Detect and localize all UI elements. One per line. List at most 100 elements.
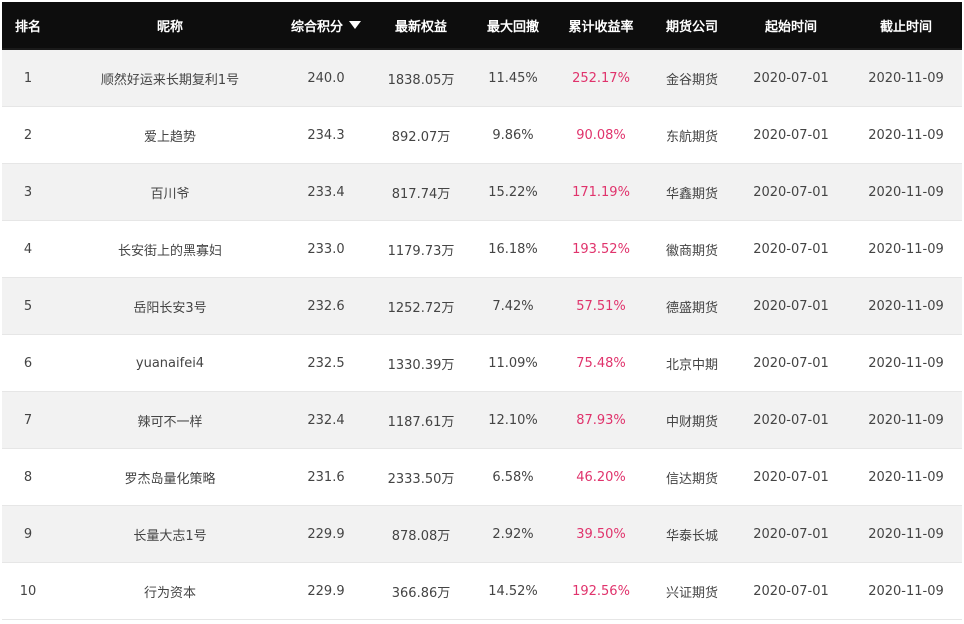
table-row[interactable]: 6 yuanaifei4 232.5 1330.39万 11.09% 75.48% 北京中期…: [2, 335, 962, 392]
end-date-cell: 2020-11-09: [868, 526, 944, 542]
company-cell: 北京中期: [665, 357, 718, 373]
score-cell: 232.6: [307, 298, 345, 314]
header-return[interactable]: 累计收益率: [550, 2, 652, 48]
equity-cell: 1187.61万: [387, 414, 455, 430]
table-row[interactable]: 8 罗杰岛量化策略 231.6 2333.50万 6.58% 46.20% 信达期货 2020…: [2, 449, 962, 506]
end-date-cell: 2020-11-09: [868, 70, 944, 86]
start-date-cell: 2020-07-01: [753, 526, 829, 542]
start-date-cell: 2020-07-01: [753, 355, 829, 371]
end-date-cell: 2020-11-09: [868, 355, 944, 371]
company-cell: 信达期货: [665, 471, 718, 487]
nickname-cell[interactable]: yuanaifei4: [54, 335, 286, 391]
start-date-cell: 2020-07-01: [753, 412, 829, 428]
equity-cell: 2333.50万: [387, 471, 455, 487]
company-cell: 华鑫期货: [665, 186, 718, 202]
table-row[interactable]: 2 爱上趋势 234.3 892.07万 9.86% 90.08% 东航期货 2020-07-…: [2, 107, 962, 164]
drawdown-cell: 15.22%: [488, 184, 538, 200]
header-nickname[interactable]: 昵称: [54, 2, 286, 48]
equity-cell: 1179.73万: [387, 243, 455, 259]
equity-cell: 878.08万: [391, 528, 451, 544]
score-cell: 232.4: [307, 412, 345, 428]
header-drawdown[interactable]: 最大回撤: [476, 2, 550, 48]
nickname-cell[interactable]: 罗杰岛量化策略: [54, 449, 286, 505]
company-cell: 中财期货: [665, 414, 718, 430]
drawdown-cell: 16.18%: [488, 241, 538, 257]
end-date-cell: 2020-11-09: [868, 184, 944, 200]
end-date-cell: 2020-11-09: [868, 298, 944, 314]
return-cell: 252.17%: [572, 70, 630, 86]
rank-cell: 3: [23, 184, 33, 200]
header-company[interactable]: 期货公司: [652, 2, 732, 48]
return-cell: 87.93%: [576, 412, 626, 428]
nickname-cell[interactable]: 爱上趋势: [54, 107, 286, 163]
table-row[interactable]: 9 长量大志1号 229.9 878.08万 2.92% 39.50% 华泰长城 2020-0…: [2, 506, 962, 563]
return-cell: 39.50%: [576, 526, 626, 542]
return-cell: 46.20%: [576, 469, 626, 485]
table-row[interactable]: 3 百川爷 233.4 817.74万 15.22% 171.19% 华鑫期货 2020-07…: [2, 164, 962, 221]
nickname-cell[interactable]: 长量大志1号: [54, 506, 286, 562]
rank-cell: 6: [23, 355, 33, 371]
score-cell: 229.9: [307, 526, 345, 542]
score-cell: 233.0: [307, 241, 345, 257]
return-cell: 192.56%: [572, 583, 630, 599]
return-cell: 193.52%: [572, 241, 630, 257]
header-end[interactable]: 截止时间: [850, 2, 962, 48]
table-row[interactable]: 7 辣可不一样 232.4 1187.61万 12.10% 87.93% 中财期货 2020-…: [2, 392, 962, 449]
table-row[interactable]: 1 顺然好运来长期复利1号 240.0 1838.05万 11.45% 252.17% 金谷…: [2, 50, 962, 107]
table-row[interactable]: 5 岳阳长安3号 232.6 1252.72万 7.42% 57.51% 德盛期货 2020-…: [2, 278, 962, 335]
nickname-cell[interactable]: 百川爷: [54, 164, 286, 220]
equity-cell: 366.86万: [391, 585, 451, 601]
return-cell: 57.51%: [576, 298, 626, 314]
caret-down-icon[interactable]: [349, 21, 361, 29]
company-cell: 东航期货: [665, 129, 718, 145]
start-date-cell: 2020-07-01: [753, 70, 829, 86]
score-cell: 231.6: [307, 469, 345, 485]
start-date-cell: 2020-07-01: [753, 469, 829, 485]
end-date-cell: 2020-11-09: [868, 127, 944, 143]
end-date-cell: 2020-11-09: [868, 241, 944, 257]
company-cell: 兴证期货: [665, 585, 718, 601]
drawdown-cell: 14.52%: [488, 583, 538, 599]
table-header: 排名 昵称 综合积分 最新权益 最大回撤 累计收益率 期货公司 起始时间 截止时…: [2, 2, 962, 50]
header-start[interactable]: 起始时间: [732, 2, 850, 48]
return-cell: 90.08%: [576, 127, 626, 143]
company-cell: 德盛期货: [665, 300, 718, 316]
rank-cell: 10: [19, 583, 37, 599]
header-score[interactable]: 综合积分: [286, 2, 366, 48]
equity-cell: 1330.39万: [387, 357, 455, 373]
ranking-table: 排名 昵称 综合积分 最新权益 最大回撤 累计收益率 期货公司 起始时间 截止时…: [2, 2, 962, 620]
drawdown-cell: 2.92%: [492, 526, 534, 542]
nickname-cell[interactable]: 岳阳长安3号: [54, 278, 286, 334]
return-cell: 75.48%: [576, 355, 626, 371]
drawdown-cell: 7.42%: [492, 298, 534, 314]
table-row[interactable]: 4 长安街上的黑寡妇 233.0 1179.73万 16.18% 193.52% 徽商期货 2…: [2, 221, 962, 278]
company-cell: 徽商期货: [665, 243, 718, 259]
drawdown-cell: 6.58%: [492, 469, 534, 485]
start-date-cell: 2020-07-01: [753, 127, 829, 143]
table-row[interactable]: 10 行为资本 229.9 366.86万 14.52% 192.56% 兴证期货 2020-…: [2, 563, 962, 620]
nickname-cell[interactable]: 顺然好运来长期复利1号: [54, 50, 286, 106]
nickname-cell[interactable]: 辣可不一样: [54, 392, 286, 448]
drawdown-cell: 11.09%: [488, 355, 538, 371]
header-score-label: 综合积分: [290, 19, 343, 35]
table-body: 1 顺然好运来长期复利1号 240.0 1838.05万 11.45% 252.17% 金谷…: [2, 50, 962, 620]
end-date-cell: 2020-11-09: [868, 412, 944, 428]
nickname-cell[interactable]: 行为资本: [54, 563, 286, 619]
drawdown-cell: 9.86%: [492, 127, 534, 143]
rank-cell: 5: [23, 298, 33, 314]
score-cell: 233.4: [307, 184, 345, 200]
rank-cell: 7: [23, 412, 33, 428]
start-date-cell: 2020-07-01: [753, 241, 829, 257]
nickname-cell[interactable]: 长安街上的黑寡妇: [54, 221, 286, 277]
rank-cell: 9: [23, 526, 33, 542]
start-date-cell: 2020-07-01: [753, 184, 829, 200]
equity-cell: 892.07万: [391, 129, 451, 145]
score-cell: 232.5: [307, 355, 345, 371]
header-rank[interactable]: 排名: [2, 2, 54, 48]
rank-cell: 1: [23, 70, 33, 86]
drawdown-cell: 11.45%: [488, 70, 538, 86]
end-date-cell: 2020-11-09: [868, 469, 944, 485]
drawdown-cell: 12.10%: [488, 412, 538, 428]
score-cell: 229.9: [307, 583, 345, 599]
header-equity[interactable]: 最新权益: [366, 2, 476, 48]
